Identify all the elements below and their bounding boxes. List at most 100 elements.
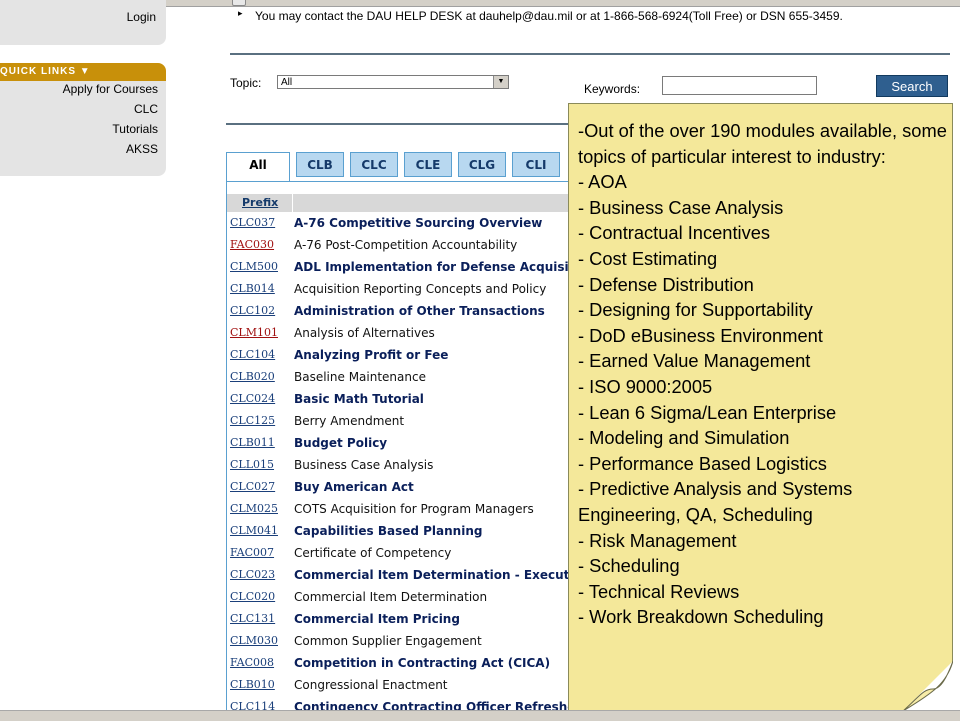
sticky-note: -Out of the over 190 modules available, … (568, 103, 953, 711)
note-line: - Defense Distribution (578, 273, 754, 295)
course-code-link[interactable]: CLC037 (230, 216, 275, 229)
table-row: CLC104 Analyzing Profit or Fee (227, 345, 572, 367)
tab-cli[interactable]: CLI (512, 152, 560, 177)
course-code-link[interactable]: FAC007 (230, 546, 274, 559)
table-row: CLC020 Commercial Item Determination (227, 587, 572, 609)
note-line: - Designing for Supportability (578, 299, 813, 321)
course-title: Congressional Enactment (294, 678, 448, 692)
course-title: Analysis of Alternatives (294, 326, 435, 340)
topic-select[interactable]: All ▼ (277, 75, 509, 89)
course-title: Baseline Maintenance (294, 370, 426, 384)
course-title[interactable]: ADL Implementation for Defense Acquisiti… (294, 260, 595, 274)
topic-label: Topic: (230, 76, 262, 90)
note-line: - Lean 6 Sigma/Lean Enterprise (578, 401, 837, 423)
table-row: CLB011 Budget Policy (227, 433, 572, 455)
course-code-link[interactable]: CLL015 (230, 458, 274, 471)
topic-selected-value: All (281, 77, 293, 88)
course-title: Commercial Item Determination (294, 590, 488, 604)
table-row: CLC024 Basic Math Tutorial (227, 389, 572, 411)
table-row: CLL015 Business Case Analysis (227, 455, 572, 477)
table-header-prefix: Prefix (227, 194, 292, 212)
quick-link-akss[interactable]: AKSS (126, 142, 158, 156)
course-title: Business Case Analysis (294, 458, 434, 472)
course-code-link[interactable]: CLC104 (230, 348, 275, 361)
search-button[interactable]: Search (876, 75, 948, 97)
chevron-down-icon[interactable]: ▼ (493, 76, 508, 88)
course-code-link[interactable]: CLC024 (230, 392, 275, 405)
note-line: - Technical Reviews (578, 580, 740, 602)
help-desk-text: You may contact the DAU HELP DESK at dau… (255, 9, 843, 23)
course-code-link[interactable]: CLC020 (230, 590, 275, 603)
sticky-note-text: -Out of the over 190 modules available, … (578, 118, 948, 630)
tab-clc[interactable]: CLC (350, 152, 398, 177)
tab-all[interactable]: All (226, 152, 290, 182)
course-code-link[interactable]: CLB020 (230, 370, 275, 383)
course-title[interactable]: Basic Math Tutorial (294, 392, 424, 406)
course-code-link[interactable]: CLB010 (230, 678, 275, 691)
table-row: CLM101 Analysis of Alternatives (227, 323, 572, 345)
course-title[interactable]: Commercial Item Pricing (294, 612, 460, 626)
course-code-link[interactable]: CLC131 (230, 612, 275, 625)
note-line: - Modeling and Simulation (578, 427, 790, 449)
table-row: CLM041 Capabilities Based Planning (227, 521, 572, 543)
course-code-link[interactable]: CLM030 (230, 634, 278, 647)
table-row: CLC125 Berry Amendment (227, 411, 572, 433)
course-code-link[interactable]: CLM500 (230, 260, 278, 273)
course-title: A-76 Post-Competition Accountability (294, 238, 518, 252)
note-line: - Risk Management (578, 529, 737, 551)
course-title[interactable]: Capabilities Based Planning (294, 524, 482, 538)
quick-link-apply-for-courses[interactable]: Apply for Courses (63, 82, 158, 96)
tab-clg[interactable]: CLG (458, 152, 506, 177)
keywords-label: Keywords: (584, 82, 641, 96)
table-row: FAC007 Certificate of Competency (227, 543, 572, 565)
note-line: -Out of the over 190 modules available, … (578, 120, 947, 167)
course-code-link[interactable]: CLM025 (230, 502, 278, 515)
table-row: CLC027 Buy American Act (227, 477, 572, 499)
course-title: Berry Amendment (294, 414, 405, 428)
note-line: - AOA (578, 171, 627, 193)
course-title[interactable]: Commercial Item Determination - Executiv… (294, 568, 589, 582)
course-title[interactable]: Buy American Act (294, 480, 414, 494)
course-code-link[interactable]: CLC027 (230, 480, 275, 493)
course-title[interactable]: A-76 Competitive Sourcing Overview (294, 216, 542, 230)
course-title: Acquisition Reporting Concepts and Polic… (294, 282, 547, 296)
course-code-link[interactable]: CLC102 (230, 304, 275, 317)
course-title[interactable]: Analyzing Profit or Fee (294, 348, 448, 362)
keywords-input[interactable] (662, 76, 817, 95)
page-curl-icon (903, 661, 953, 711)
course-title[interactable]: Administration of Other Transactions (294, 304, 545, 318)
table-header-title (293, 194, 593, 212)
tab-cle[interactable]: CLE (404, 152, 452, 177)
table-row: CLM025 COTS Acquisition for Program Manag… (227, 499, 572, 521)
course-title: Certificate of Competency (294, 546, 452, 560)
divider (230, 53, 950, 55)
table-row: CLC023 Commercial Item Determination - Ex… (227, 565, 589, 587)
course-code-link[interactable]: CLM041 (230, 524, 278, 537)
course-code-link[interactable]: CLC023 (230, 568, 275, 581)
course-title[interactable]: Budget Policy (294, 436, 387, 450)
bullet-icon: ▸ (238, 8, 243, 18)
note-line: - Cost Estimating (578, 247, 718, 269)
table-row: FAC030 A-76 Post-Competition Accountabili… (227, 235, 572, 257)
login-link[interactable]: Login (127, 10, 156, 24)
course-code-link[interactable]: FAC008 (230, 656, 274, 669)
note-line: - Contractual Incentives (578, 222, 771, 244)
course-title: COTS Acquisition for Program Managers (294, 502, 534, 516)
course-code-link[interactable]: CLB014 (230, 282, 275, 295)
tab-clb[interactable]: CLB (296, 152, 344, 177)
toolbar-icon[interactable] (232, 0, 246, 6)
table-row: CLB020 Baseline Maintenance (227, 367, 572, 389)
divider (226, 123, 571, 125)
course-code-link[interactable]: CLB011 (230, 436, 275, 449)
horizontal-scrollbar[interactable] (0, 710, 960, 721)
table-row: CLB010 Congressional Enactment (227, 675, 572, 697)
course-code-link[interactable]: CLC125 (230, 414, 275, 427)
course-code-link[interactable]: FAC030 (230, 238, 274, 251)
course-title[interactable]: Competition in Contracting Act (CICA) (294, 656, 550, 670)
quick-link-clc[interactable]: CLC (134, 102, 158, 116)
course-code-link[interactable]: CLM101 (230, 326, 278, 339)
prefix-sort-link[interactable]: Prefix (242, 196, 278, 209)
note-line: - Scheduling (578, 555, 680, 577)
quick-links-header[interactable]: QUICK LINKS ▼ (0, 63, 166, 81)
quick-link-tutorials[interactable]: Tutorials (112, 122, 158, 136)
